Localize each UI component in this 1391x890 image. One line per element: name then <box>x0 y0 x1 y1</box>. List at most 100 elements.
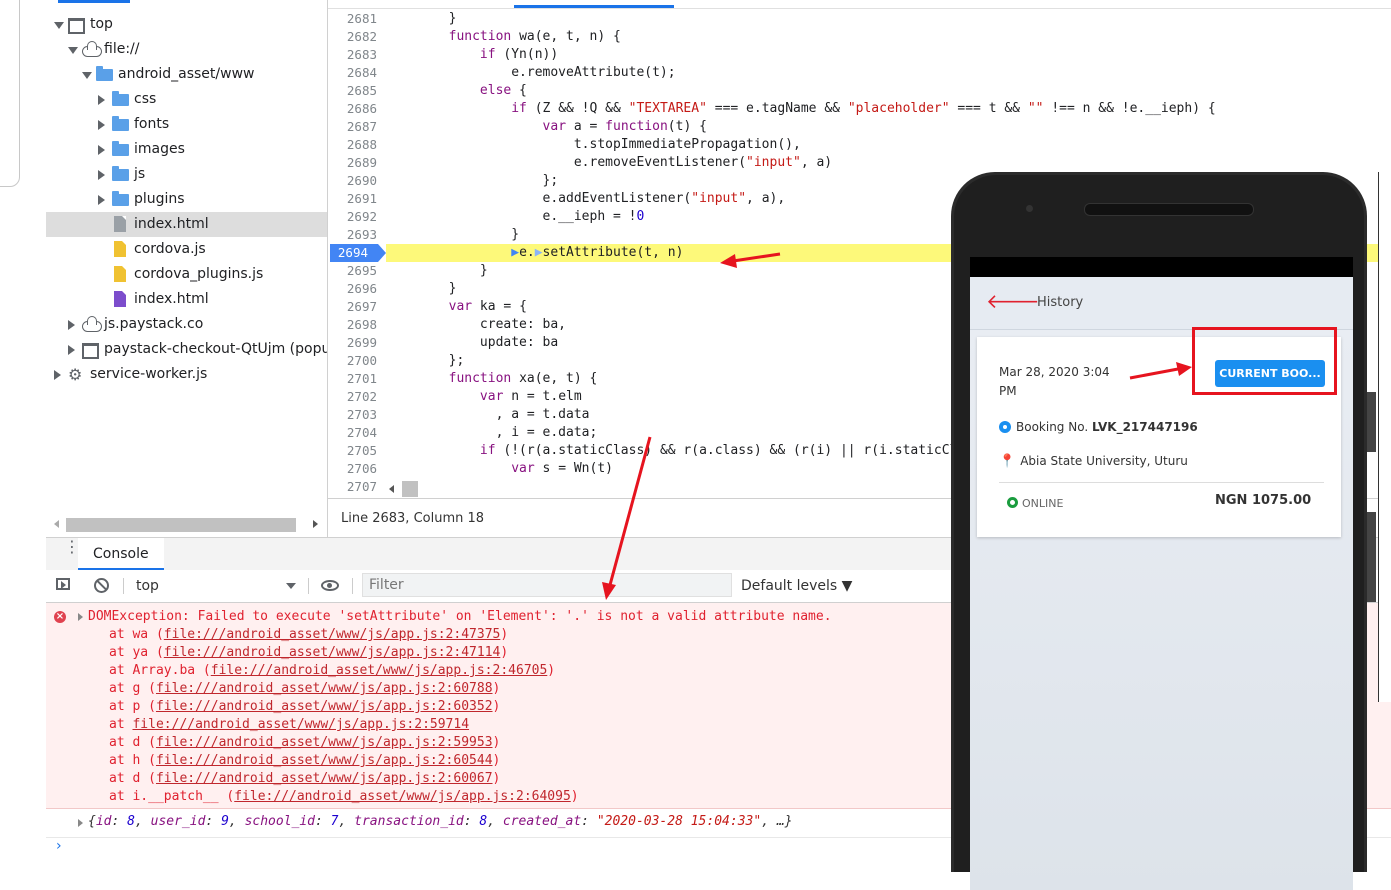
collapsed-triangle-icon[interactable] <box>98 95 105 105</box>
expanded-triangle-icon[interactable] <box>68 47 78 54</box>
line-number[interactable]: 2702 <box>328 388 383 406</box>
context-dropdown-icon[interactable] <box>286 583 296 589</box>
tree-item[interactable]: index.html <box>46 212 327 237</box>
live-expression-eye-icon[interactable] <box>321 580 339 591</box>
app-header: 🡐 History <box>970 277 1353 330</box>
booking-amount: NGN 1075.00 <box>1215 493 1312 508</box>
line-number[interactable]: 2695 <box>328 262 383 280</box>
line-number[interactable]: 2682 <box>328 28 383 46</box>
page-title: History <box>1037 295 1084 310</box>
line-number[interactable]: 2697 <box>328 298 383 316</box>
line-number[interactable]: 2704 <box>328 424 383 442</box>
scroll-left-arrow-icon[interactable] <box>389 485 394 493</box>
scroll-right-arrow-icon[interactable] <box>313 520 318 528</box>
line-number[interactable]: 2698 <box>328 316 383 334</box>
show-sidebar-icon[interactable] <box>56 578 70 590</box>
line-number[interactable]: 2681 <box>328 10 383 28</box>
line-number[interactable]: 2706 <box>328 460 383 478</box>
tree-item[interactable]: plugins <box>46 187 327 212</box>
console-filter-input[interactable]: Filter <box>362 573 732 597</box>
stack-frame-link[interactable]: file:///android_asset/www/js/app.js:2:59… <box>132 717 469 732</box>
online-status-icon <box>1007 497 1018 508</box>
line-number[interactable]: 2685 <box>328 82 383 100</box>
booking-card[interactable]: Mar 28, 2020 3:04 PM CURRENT BOO... Book… <box>977 327 1341 537</box>
line-number[interactable]: 2691 <box>328 190 383 208</box>
scroll-thumb[interactable] <box>66 518 296 532</box>
line-number[interactable]: 2701 <box>328 370 383 388</box>
console-prompt[interactable]: › <box>56 838 62 854</box>
stack-frame: at wa (file:///android_asset/www/js/app.… <box>109 627 509 642</box>
line-number[interactable]: 2690 <box>328 172 383 190</box>
expanded-triangle-icon[interactable] <box>82 72 92 79</box>
file-icon <box>114 266 126 282</box>
stack-frame: at d (file:///android_asset/www/js/app.j… <box>109 771 501 786</box>
stack-frame-link[interactable]: file:///android_asset/www/js/app.js:2:60… <box>156 753 493 768</box>
object-preview[interactable]: {id: 8, user_id: 9, school_id: 7, transa… <box>88 814 793 829</box>
tree-item[interactable]: paystack-checkout-QtUjm (popup <box>46 337 327 362</box>
expanded-triangle-icon[interactable] <box>54 22 64 29</box>
log-levels-dropdown[interactable]: Default levels ▼ <box>741 570 852 602</box>
tree-item[interactable]: android_asset/www <box>46 62 327 87</box>
scroll-thumb[interactable] <box>402 481 418 497</box>
booking-number-row: Booking No. LVK_217447196 <box>999 420 1198 434</box>
tree-item-label: cordova.js <box>134 241 206 257</box>
collapsed-triangle-icon[interactable] <box>54 370 61 380</box>
stack-frame-link[interactable]: file:///android_asset/www/js/app.js:2:60… <box>156 699 493 714</box>
stack-frame-link[interactable]: file:///android_asset/www/js/app.js:2:64… <box>234 789 571 804</box>
line-number[interactable]: 2686 <box>328 100 383 118</box>
stack-frame-link[interactable]: file:///android_asset/www/js/app.js:2:47… <box>164 645 501 660</box>
stack-frame-link[interactable]: file:///android_asset/www/js/app.js:2:46… <box>211 663 548 678</box>
line-number[interactable]: 2696 <box>328 280 383 298</box>
tree-item[interactable]: cordova_plugins.js <box>46 262 327 287</box>
clear-console-icon[interactable] <box>94 578 109 593</box>
tab-console[interactable]: Console <box>78 538 164 570</box>
collapsed-triangle-icon[interactable] <box>68 320 75 330</box>
collapsed-triangle-icon[interactable] <box>98 120 105 130</box>
line-number[interactable]: 2684 <box>328 64 383 82</box>
paused-line-marker[interactable]: 2694 <box>330 244 386 262</box>
collapsed-triangle-icon[interactable] <box>98 195 105 205</box>
collapsed-triangle-icon[interactable] <box>68 345 75 355</box>
line-number[interactable]: 2692 <box>328 208 383 226</box>
tree-item[interactable]: ⚙ service-worker.js <box>46 362 327 387</box>
tree-item[interactable]: top <box>46 12 327 37</box>
expand-triangle-icon[interactable] <box>78 819 83 827</box>
tree-item[interactable]: index.html <box>46 287 327 312</box>
tree-item[interactable]: fonts <box>46 112 327 137</box>
tree-item[interactable]: images <box>46 137 327 162</box>
stack-frame-link[interactable]: file:///android_asset/www/js/app.js:2:60… <box>156 771 493 786</box>
stack-frame-link[interactable]: file:///android_asset/www/js/app.js:2:59… <box>156 735 493 750</box>
tree-item[interactable]: cordova.js <box>46 237 327 262</box>
cloud-icon <box>82 316 102 332</box>
back-arrow-icon[interactable]: 🡐 <box>986 289 1040 313</box>
expand-triangle-icon[interactable] <box>78 613 83 621</box>
line-number[interactable]: 2683 <box>328 46 383 64</box>
stack-frame: at ya (file:///android_asset/www/js/app.… <box>109 645 509 660</box>
line-number[interactable]: 2699 <box>328 334 383 352</box>
tree-item[interactable]: css <box>46 87 327 112</box>
tree-horizontal-scrollbar[interactable] <box>46 514 327 534</box>
line-number[interactable]: 2707 <box>328 478 383 496</box>
code-line: } <box>386 11 457 26</box>
scroll-left-arrow-icon[interactable] <box>54 520 59 528</box>
line-number[interactable]: 2689 <box>328 154 383 172</box>
tree-item-label: fonts <box>134 116 170 132</box>
tree-item[interactable]: js <box>46 162 327 187</box>
context-selector[interactable]: top <box>136 570 159 602</box>
tree-item[interactable]: js.paystack.co <box>46 312 327 337</box>
line-number[interactable]: 2703 <box>328 406 383 424</box>
line-number[interactable]: 2687 <box>328 118 383 136</box>
folder-icon <box>112 116 129 131</box>
stack-frame-link[interactable]: file:///android_asset/www/js/app.js:2:60… <box>156 681 493 696</box>
line-number[interactable]: 2688 <box>328 136 383 154</box>
stack-frame-link[interactable]: file:///android_asset/www/js/app.js:2:47… <box>164 627 501 642</box>
collapsed-triangle-icon[interactable] <box>98 170 105 180</box>
code-line: if (Yn(n)) <box>479 47 559 62</box>
line-number[interactable]: 2705 <box>328 442 383 460</box>
frame-icon <box>68 18 85 34</box>
tree-item[interactable]: file:// <box>46 37 327 62</box>
collapsed-triangle-icon[interactable] <box>98 145 105 155</box>
line-number[interactable]: 2693 <box>328 226 383 244</box>
stack-frame: at d (file:///android_asset/www/js/app.j… <box>109 735 501 750</box>
line-number[interactable]: 2700 <box>328 352 383 370</box>
